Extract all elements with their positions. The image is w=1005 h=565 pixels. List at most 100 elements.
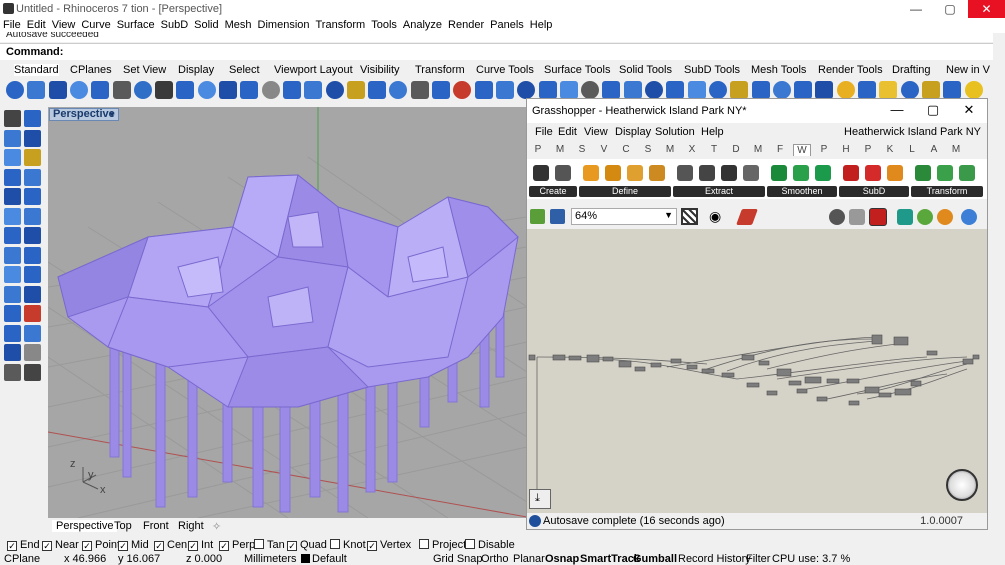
right-scrollbar[interactable] (993, 33, 1005, 533)
curve-tool-icon[interactable] (24, 129, 41, 147)
cylinder-icon[interactable] (69, 81, 88, 99)
settings-icon[interactable] (943, 81, 962, 99)
camera-icon[interactable] (879, 81, 898, 99)
tab-standard[interactable]: Standard (14, 64, 59, 76)
menu-render[interactable]: Render (445, 18, 487, 32)
cplane-icon[interactable] (24, 110, 41, 127)
layer-label[interactable]: Default (312, 553, 347, 565)
record-history-toggle[interactable]: Record History (678, 553, 751, 565)
gh-menu-solution[interactable]: Solution (655, 126, 695, 138)
gumball-icon[interactable] (368, 81, 387, 99)
tab-set-view[interactable]: Set View (123, 64, 166, 76)
osnap-near[interactable]: ✓ Near (42, 539, 79, 551)
tab-new-in-v[interactable]: New in V (946, 64, 990, 76)
tab-cplanes[interactable]: CPlanes (70, 64, 112, 76)
menu-file[interactable]: File (0, 18, 24, 32)
osnap-cen[interactable]: ✓ Cen (154, 539, 187, 551)
gh-minimize-button[interactable]: — (885, 102, 909, 117)
menu-tools[interactable]: Tools (368, 18, 400, 32)
sweep-icon[interactable] (602, 81, 621, 99)
menu-solid[interactable]: Solid (191, 18, 221, 32)
gh-component-icon[interactable] (815, 165, 831, 181)
planar-toggle[interactable]: Planar (513, 553, 545, 565)
wire-mode-icon[interactable] (849, 209, 865, 225)
units-label[interactable]: Millimeters (244, 553, 297, 565)
mesh-tool-icon[interactable] (24, 227, 41, 244)
command-prompt[interactable]: Command: (0, 43, 993, 60)
dimension-icon[interactable] (858, 81, 876, 99)
gh-tab-2[interactable]: S (573, 144, 591, 155)
gh-tab-14[interactable]: H (837, 144, 855, 155)
split-icon[interactable] (219, 81, 237, 99)
gh-menu-file[interactable]: File (535, 126, 553, 138)
select-arrow-icon[interactable] (4, 110, 21, 127)
hatch-icon[interactable] (836, 81, 855, 99)
gh-component-icon[interactable] (677, 165, 693, 181)
gh-component-icon[interactable] (627, 165, 643, 181)
menu-dimension[interactable]: Dimension (255, 18, 313, 32)
gh-tab-8[interactable]: T (705, 144, 723, 155)
tab-display[interactable]: Display (178, 64, 214, 76)
grid-snap-toggle[interactable]: Grid Snap (433, 553, 483, 565)
material-icon[interactable] (917, 209, 933, 225)
scroll-down-button[interactable]: ⤓ (529, 489, 551, 509)
gh-tab-5[interactable]: S (639, 144, 657, 155)
cplane-label[interactable]: CPlane (4, 553, 40, 565)
osnap-disable[interactable]: Disable (465, 539, 515, 551)
globe-icon[interactable] (900, 81, 919, 99)
preview-selected-icon[interactable] (869, 208, 887, 226)
gh-tab-16[interactable]: K (881, 144, 899, 155)
tab-curve-tools[interactable]: Curve Tools (476, 64, 534, 76)
zoom-select[interactable]: 64% ▼ (571, 208, 677, 225)
shaded-mode-icon[interactable] (897, 209, 913, 225)
mesh-icon[interactable] (666, 81, 685, 99)
gh-tab-15[interactable]: P (859, 144, 877, 155)
chamfer-icon[interactable] (304, 81, 323, 99)
gh-component-icon[interactable] (793, 165, 809, 181)
gh-component-icon[interactable] (771, 165, 787, 181)
material-icon[interactable] (730, 81, 749, 99)
gh-component-icon[interactable] (937, 165, 953, 181)
gh-component-icon[interactable] (649, 165, 665, 181)
menu-analyze[interactable]: Analyze (400, 18, 445, 32)
sketch-preview-icon[interactable] (681, 208, 698, 225)
gh-component-icon[interactable] (721, 165, 737, 181)
gh-tab-18[interactable]: A (925, 144, 943, 155)
tab-subd-tools[interactable]: SubD Tools (684, 64, 740, 76)
array-icon[interactable] (389, 81, 408, 99)
preview-eye-icon[interactable]: ◉ (709, 209, 721, 223)
gh-component-icon[interactable] (959, 165, 975, 181)
menu-panels[interactable]: Panels (487, 18, 527, 32)
preview-mode-icon[interactable] (829, 209, 845, 225)
lock-icon[interactable] (346, 81, 365, 99)
point-icon[interactable] (6, 81, 24, 99)
gh-menu-view[interactable]: View (584, 126, 608, 138)
tab-viewport-layout[interactable]: Viewport Layout (274, 64, 353, 76)
tab-drafting[interactable]: Drafting (892, 64, 931, 76)
properties-icon[interactable] (772, 81, 791, 99)
gh-component-icon[interactable] (743, 165, 759, 181)
text-tool-icon[interactable] (24, 285, 41, 303)
color-icon[interactable] (937, 209, 953, 225)
gh-component-icon[interactable] (605, 165, 621, 181)
pen-icon[interactable] (736, 209, 758, 225)
gh-component-icon[interactable] (583, 165, 599, 181)
minimize-button[interactable]: — (900, 0, 932, 18)
grasshopper-canvas[interactable]: ⤓ (527, 229, 987, 513)
gh-tab-4[interactable]: C (617, 144, 635, 155)
gumball-toggle[interactable]: Gumball (633, 553, 677, 565)
loft-tool-icon[interactable] (4, 227, 21, 244)
box-icon[interactable] (27, 81, 46, 99)
osnap-project[interactable]: Project (419, 539, 466, 551)
osnap-vertex[interactable]: ✓ Vertex (367, 539, 411, 551)
menu-subd[interactable]: SubD (158, 18, 192, 32)
trim-icon[interactable] (197, 81, 216, 99)
extrude-tool-icon[interactable] (24, 207, 41, 225)
mirror-icon[interactable] (410, 81, 429, 99)
gh-tab-3[interactable]: V (595, 144, 613, 155)
perspective-viewport[interactable]: z y x (48, 107, 527, 518)
menu-surface[interactable]: Surface (114, 18, 158, 32)
gh-tab-0[interactable]: P (529, 144, 547, 155)
gh-tab-10[interactable]: M (749, 144, 767, 155)
save-file-icon[interactable] (550, 209, 565, 224)
